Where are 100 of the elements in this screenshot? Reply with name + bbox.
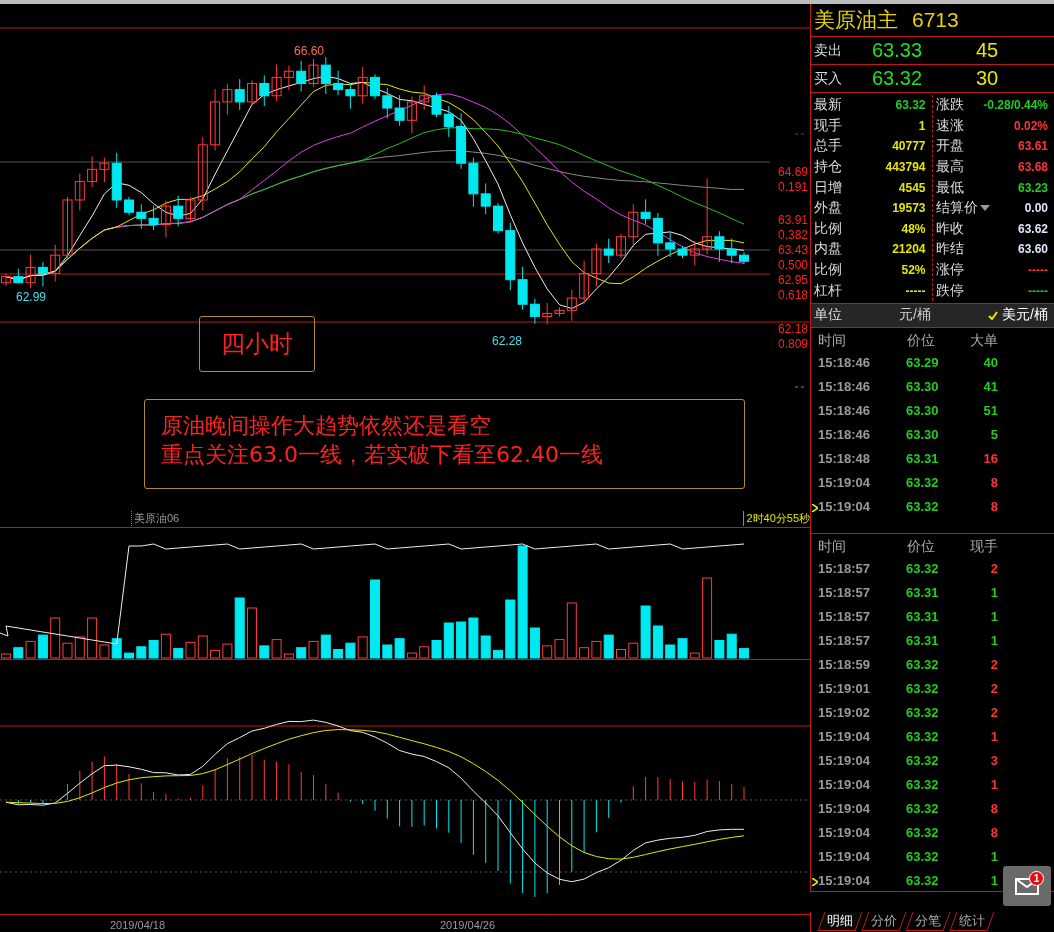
price-label: 62.28 [492, 334, 522, 348]
stat-value: -0.28/0.44% [983, 98, 1048, 113]
stat-value: 19573 [892, 201, 926, 216]
candle [726, 238, 737, 264]
trade-price: 63.31 [906, 585, 940, 601]
annotation-text: 重点关注63.0一线，若实破下看至62.40一线 [161, 441, 604, 469]
trade-price: 63.31 [906, 609, 940, 625]
unit-option[interactable]: 元/桶 [899, 306, 931, 325]
candle [579, 260, 590, 305]
trade-time: 15:18:48 [818, 451, 872, 467]
trade-price: 63.32 [906, 475, 940, 491]
trade-time: 15:19:04 [818, 873, 872, 889]
timeframe-label: 四小时 [199, 316, 315, 372]
trade-quantity: 2 [989, 681, 998, 697]
trade-price: 63.32 [906, 657, 940, 673]
trade-quantity: 51 [982, 403, 998, 419]
order-volume: 45 [976, 39, 1000, 62]
stat-label: 涨跌 [935, 96, 964, 115]
panel-tab[interactable]: 统计 [949, 912, 995, 931]
trade-quantity: 1 [989, 873, 998, 889]
candle [296, 60, 307, 92]
trade-time: 15:19:04 [818, 499, 872, 515]
stat-label: 最新 [814, 96, 842, 115]
trade-quantity: 1 [989, 633, 998, 649]
stat-label: 现手 [814, 116, 842, 135]
panel-tab[interactable]: 分笔 [905, 912, 951, 931]
fibonacci-ratio: 0.618 [777, 288, 808, 302]
stat-value: 4545 [898, 180, 926, 195]
trade-price: 63.32 [906, 825, 940, 841]
stat-label: 速涨 [935, 116, 964, 135]
candle [37, 261, 48, 287]
stat-value: 0.00 [1024, 201, 1048, 216]
column-header: 价位 [906, 331, 936, 350]
panel-tab[interactable]: 分价 [861, 912, 907, 931]
candle [443, 105, 454, 138]
candle [456, 113, 467, 170]
column-header: 大单 [969, 331, 998, 350]
trade-price: 63.32 [906, 499, 940, 515]
stat-value: 0.02% [1013, 118, 1048, 133]
candle [394, 94, 405, 127]
trade-quantity: 3 [989, 753, 998, 769]
candle [616, 233, 626, 259]
trade-time: 15:19:04 [818, 777, 872, 793]
trade-time: 15:18:57 [818, 585, 872, 601]
stat-value: 63.60 [1017, 242, 1048, 257]
candle [406, 95, 417, 134]
fibonacci-price: 63.43 [777, 243, 808, 257]
stat-value: ----- [905, 283, 926, 298]
stat-value: 1 [918, 118, 926, 133]
candle [431, 92, 442, 118]
trade-quantity: 8 [989, 825, 998, 841]
notification-badge: 1 [1029, 871, 1044, 886]
candle [259, 75, 270, 107]
dropdown-caret-icon[interactable] [979, 205, 990, 212]
trade-quantity: 8 [989, 801, 998, 817]
order-label: 卖出 [814, 41, 843, 60]
stat-label: 外盘 [814, 199, 842, 218]
fibonacci-price: 63.91 [777, 213, 808, 227]
candle [1, 273, 11, 287]
trade-quantity: 2 [989, 657, 998, 673]
stat-value: 63.68 [1017, 160, 1048, 175]
stat-label: 开盘 [935, 137, 964, 156]
trade-price: 63.32 [906, 729, 940, 745]
candle [308, 58, 319, 88]
trade-quantity: 2 [989, 561, 998, 577]
trade-price: 63.32 [906, 561, 940, 577]
notification-button[interactable]: 1 [1003, 866, 1051, 906]
candle [247, 79, 257, 106]
trade-quantity: 1 [989, 585, 998, 601]
stat-value: 48% [901, 221, 926, 236]
stat-label: 比例 [814, 219, 842, 238]
stat-label: 内盘 [814, 240, 842, 259]
instrument-code: 6713 [912, 8, 959, 32]
column-header: 时间 [818, 537, 847, 556]
fibonacci-ratio: 0.191 [777, 180, 808, 194]
unit-label: 单位 [814, 306, 842, 325]
stat-label: 日增 [814, 178, 842, 197]
candle [493, 202, 503, 235]
candle [87, 155, 98, 188]
panel-tab[interactable]: 明细 [817, 912, 863, 931]
trade-time: 15:19:04 [818, 729, 872, 745]
stat-label: 昨结 [935, 240, 964, 259]
trade-quantity: 1 [989, 849, 998, 865]
candle [333, 70, 344, 96]
price-label: 66.60 [294, 44, 324, 58]
candle [234, 78, 245, 111]
date-label: 2019/04/26 [440, 918, 496, 931]
stat-label: 最高 [935, 158, 964, 177]
trade-price: 63.30 [906, 403, 940, 419]
trade-price: 63.30 [906, 427, 940, 443]
trade-time: 15:18:46 [818, 403, 872, 419]
trade-quantity: 8 [989, 499, 998, 515]
trade-time: 15:18:57 [818, 633, 872, 649]
stat-value: 21204 [892, 242, 926, 257]
unit-option[interactable]: 美元/桶 [988, 306, 1048, 325]
order-label: 买入 [814, 69, 843, 88]
countdown-timer: 2时40分55秒 [743, 510, 810, 526]
annotation-text: 原油晚间操作大趋势依然还是看空 [161, 412, 492, 440]
trade-quantity: 40 [982, 355, 998, 371]
candle [136, 203, 147, 230]
